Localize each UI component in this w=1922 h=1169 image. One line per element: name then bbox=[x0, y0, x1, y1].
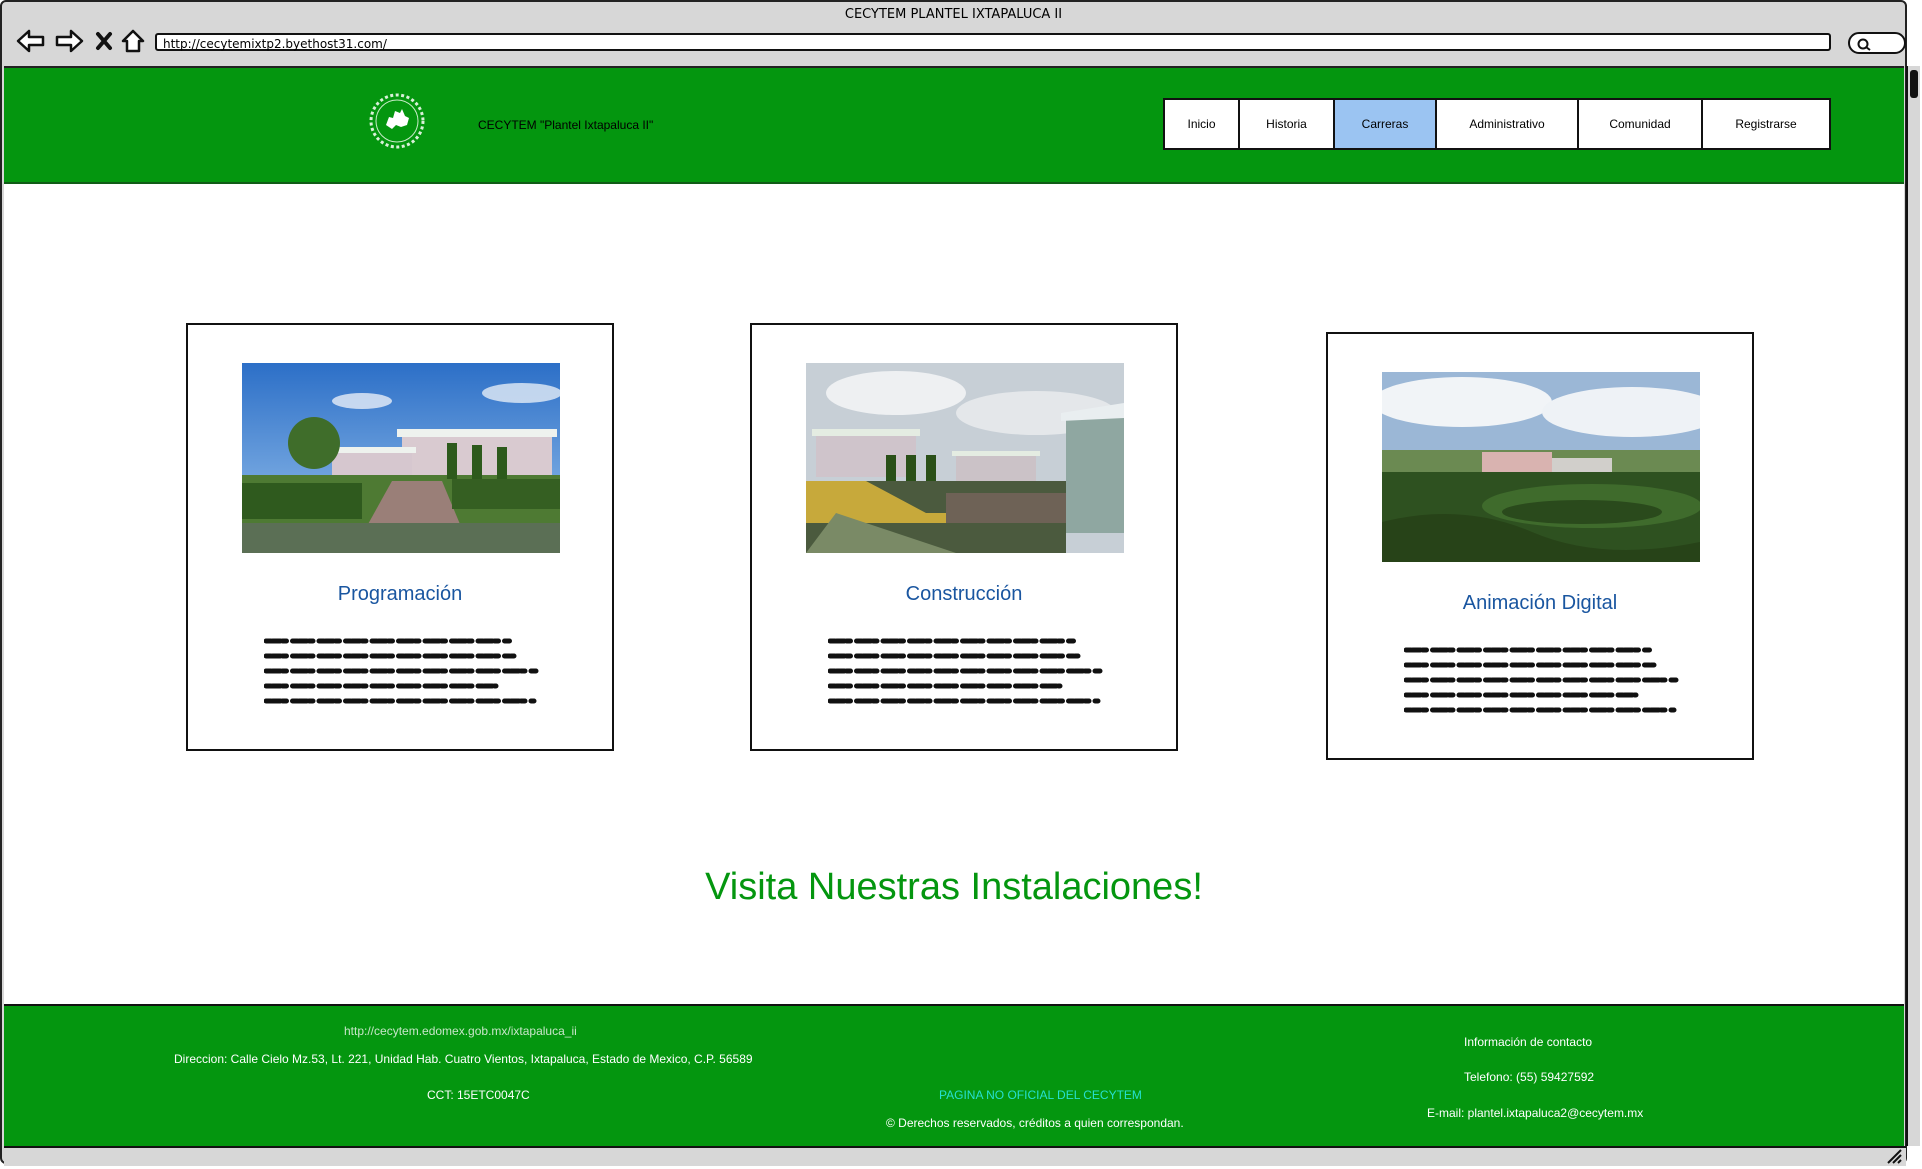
career-title: Animación Digital bbox=[1462, 592, 1618, 614]
home-icon[interactable] bbox=[118, 26, 148, 56]
menu-item-historia[interactable]: Historia bbox=[1240, 100, 1335, 148]
search-field[interactable] bbox=[1848, 32, 1906, 54]
back-arrow-icon[interactable] bbox=[14, 26, 48, 56]
url-input[interactable]: http://cecytemixtp2.byethost31.com/ bbox=[155, 33, 1831, 51]
page-viewport: CECYTEM "Plantel Ixtapaluca II" Inicio H… bbox=[4, 66, 1904, 1146]
search-icon bbox=[1856, 36, 1872, 55]
campus-photo bbox=[806, 363, 1124, 553]
site-title: CECYTEM "Plantel Ixtapaluca II" bbox=[478, 118, 654, 132]
vertical-scrollbar[interactable] bbox=[1906, 66, 1920, 1146]
menu-item-carreras[interactable]: Carreras bbox=[1335, 100, 1437, 148]
career-title: Construcción bbox=[905, 583, 1023, 605]
footer-phone: Telefono: (55) 59427592 bbox=[1464, 1070, 1595, 1084]
campus-photo bbox=[1382, 372, 1700, 562]
career-card-animacion-digital[interactable]: Animación Digital bbox=[1326, 332, 1754, 760]
menu-item-inicio[interactable]: Inicio bbox=[1165, 100, 1240, 148]
window-title: CECYTEM PLANTEL IXTAPALUCA II bbox=[844, 7, 1063, 22]
site-footer: http://cecytem.edomex.gob.mx/ixtapaluca_… bbox=[4, 1004, 1904, 1146]
footer-website-link[interactable]: http://cecytem.edomex.gob.mx/ixtapaluca_… bbox=[344, 1024, 577, 1038]
footer-unofficial-notice: PAGINA NO OFICIAL DEL CECYTEM bbox=[939, 1088, 1142, 1102]
career-card-programacion[interactable]: Programación bbox=[186, 323, 614, 751]
main-menu: Inicio Historia Carreras Administrativo … bbox=[1163, 98, 1831, 150]
footer-copyright: © Derechos reservados, créditos a quien … bbox=[886, 1116, 1184, 1130]
site-header: CECYTEM "Plantel Ixtapaluca II" Inicio H… bbox=[4, 68, 1904, 184]
footer-contact-title: Información de contacto bbox=[1464, 1035, 1593, 1049]
campus-photo bbox=[242, 363, 560, 553]
scrollbar-thumb[interactable] bbox=[1910, 70, 1918, 98]
horizontal-scrollbar[interactable] bbox=[4, 1146, 1906, 1166]
footer-address: Direccion: Calle Cielo Mz.53, Lt. 221, U… bbox=[174, 1052, 753, 1066]
school-logo[interactable] bbox=[368, 92, 426, 150]
placeholder-text-block bbox=[827, 635, 1104, 711]
menu-item-administrativo[interactable]: Administrativo bbox=[1437, 100, 1579, 148]
visit-facilities-heading[interactable]: Visita Nuestras Instalaciones! bbox=[4, 866, 1904, 909]
menu-item-registrarse[interactable]: Registrarse bbox=[1703, 100, 1829, 148]
footer-cct: CCT: 15ETC0047C bbox=[427, 1088, 530, 1102]
resize-grip-icon[interactable] bbox=[1886, 1148, 1902, 1168]
browser-toolbar: http://cecytemixtp2.byethost31.com/ bbox=[2, 26, 1906, 60]
forward-arrow-icon[interactable] bbox=[52, 26, 86, 56]
browser-window: CECYTEM PLANTEL IXTAPALUCA II http://cec… bbox=[0, 0, 1920, 1166]
placeholder-text-block bbox=[263, 635, 540, 711]
stop-icon[interactable] bbox=[92, 26, 116, 56]
placeholder-text-block bbox=[1403, 644, 1680, 720]
career-title: Programación bbox=[337, 583, 463, 605]
career-card-construccion[interactable]: Construcción bbox=[750, 323, 1178, 751]
menu-item-comunidad[interactable]: Comunidad bbox=[1579, 100, 1703, 148]
footer-email[interactable]: E-mail: plantel.ixtapaluca2@cecytem.mx bbox=[1427, 1106, 1643, 1120]
